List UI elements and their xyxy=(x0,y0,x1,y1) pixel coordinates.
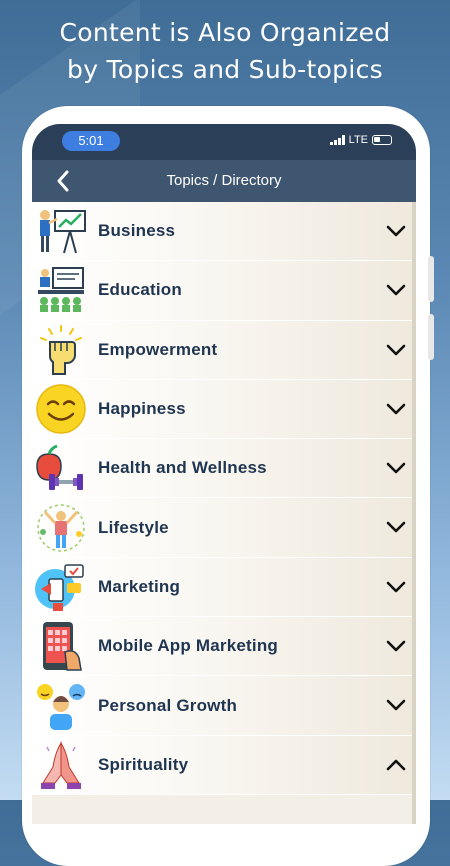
battery-icon xyxy=(372,135,392,145)
status-bar: 5:01 LTE xyxy=(32,124,416,160)
topic-label: Lifestyle xyxy=(98,517,169,537)
signal-icon xyxy=(329,135,345,145)
topic-row-empowerment[interactable]: Empowerment xyxy=(32,320,416,380)
apple-dumbbell-icon xyxy=(34,441,88,495)
scrollbar[interactable] xyxy=(412,202,416,824)
topic-row-business[interactable]: Business xyxy=(32,202,416,262)
smiley-icon xyxy=(34,382,88,436)
topic-label: Spirituality xyxy=(98,754,189,774)
chevron-down-icon[interactable] xyxy=(384,693,408,717)
topic-row-personal-growth[interactable]: Personal Growth xyxy=(32,676,416,736)
phone-side-button xyxy=(428,314,434,360)
presentation-icon xyxy=(34,204,88,258)
topic-row-lifestyle[interactable]: Lifestyle xyxy=(32,498,416,558)
classroom-icon xyxy=(34,263,88,317)
chevron-down-icon[interactable] xyxy=(384,515,408,539)
status-time: 5:01 xyxy=(62,131,120,151)
megaphone-icon xyxy=(34,560,88,614)
topic-row-education[interactable]: Education xyxy=(32,261,416,321)
topic-row-marketing[interactable]: Marketing xyxy=(32,557,416,618)
status-indicators: LTE xyxy=(329,134,392,146)
raised-fist-icon xyxy=(34,323,88,377)
chevron-down-icon[interactable] xyxy=(384,338,408,362)
page-title: Topics / Directory xyxy=(166,172,282,189)
headline-line-1: Content is Also Organized xyxy=(59,18,391,47)
topic-label: Personal Growth xyxy=(98,695,238,715)
joyful-person-icon xyxy=(34,501,88,555)
topic-label: Business xyxy=(98,221,176,241)
topic-label: Marketing xyxy=(98,576,181,596)
phone-screen: 5:01 LTE Topics / Directory Business Edu… xyxy=(32,124,416,824)
praying-hands-icon xyxy=(34,738,88,792)
headline-line-2: by Topics and Sub-topics xyxy=(67,55,383,84)
topic-label: Empowerment xyxy=(98,339,218,359)
topic-row-happiness[interactable]: Happiness xyxy=(32,379,416,440)
network-label: LTE xyxy=(348,134,368,146)
promo-headline: Content is Also Organized by Topics and … xyxy=(0,14,450,88)
topic-row-spirituality[interactable]: Spirituality xyxy=(32,735,416,795)
topic-row-mobile-app-marketing[interactable]: Mobile App Marketing xyxy=(32,617,416,677)
chevron-down-icon[interactable] xyxy=(384,397,408,421)
chevron-down-icon[interactable] xyxy=(384,575,408,599)
topic-label: Mobile App Marketing xyxy=(98,636,278,656)
topic-label: Health and Wellness xyxy=(98,458,267,478)
chevron-down-icon[interactable] xyxy=(384,456,408,480)
chevron-down-icon[interactable] xyxy=(384,278,408,302)
chevron-down-icon[interactable] xyxy=(384,634,408,658)
topic-label: Education xyxy=(98,280,182,300)
nav-bar: Topics / Directory xyxy=(32,160,416,202)
topic-list: Business Education Empowerment Happiness… xyxy=(32,202,416,795)
phone-app-icon xyxy=(34,619,88,673)
chevron-down-icon[interactable] xyxy=(384,219,408,243)
topic-row-health-and-wellness[interactable]: Health and Wellness xyxy=(32,439,416,499)
person-emoji-icon xyxy=(34,679,88,733)
phone-side-button xyxy=(428,256,434,302)
topic-label: Happiness xyxy=(98,399,186,419)
chevron-up-icon[interactable] xyxy=(384,753,408,777)
